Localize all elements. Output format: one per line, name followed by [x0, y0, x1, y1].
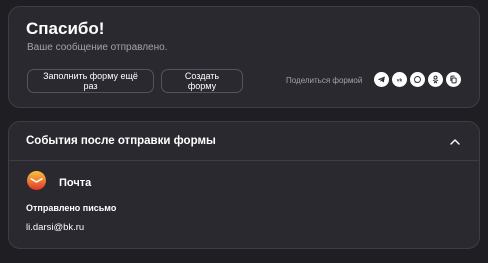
refill-form-button[interactable]: Заполнить форму ещё раз	[27, 69, 154, 93]
share-icons: vk	[374, 72, 461, 87]
vk-icon[interactable]: vk	[392, 72, 407, 87]
svg-text:vk: vk	[397, 77, 403, 83]
chevron-up-icon[interactable]	[447, 134, 463, 150]
whatsapp-icon[interactable]	[410, 72, 425, 87]
telegram-icon[interactable]	[374, 72, 389, 87]
odnoklassniki-icon[interactable]	[428, 72, 443, 87]
divider	[9, 160, 479, 161]
success-title: Спасибо!	[26, 19, 105, 38]
integration-name: Почта	[59, 177, 92, 189]
create-form-button[interactable]: Создать форму	[161, 69, 243, 93]
integration-status: Отправлено письмо	[26, 203, 117, 213]
share-label: Поделиться формой	[286, 76, 363, 85]
success-subtitle: Ваше сообщение отправлено.	[27, 42, 168, 53]
events-card: События после отправки формы Почта Отпра…	[8, 121, 480, 249]
events-title: События после отправки формы	[26, 135, 216, 147]
copy-icon[interactable]	[446, 72, 461, 87]
yandex-mail-icon	[27, 171, 46, 190]
success-card: Спасибо! Ваше сообщение отправлено. Запо…	[8, 6, 480, 108]
recipient-email: li.darsi@bk.ru	[26, 222, 85, 233]
